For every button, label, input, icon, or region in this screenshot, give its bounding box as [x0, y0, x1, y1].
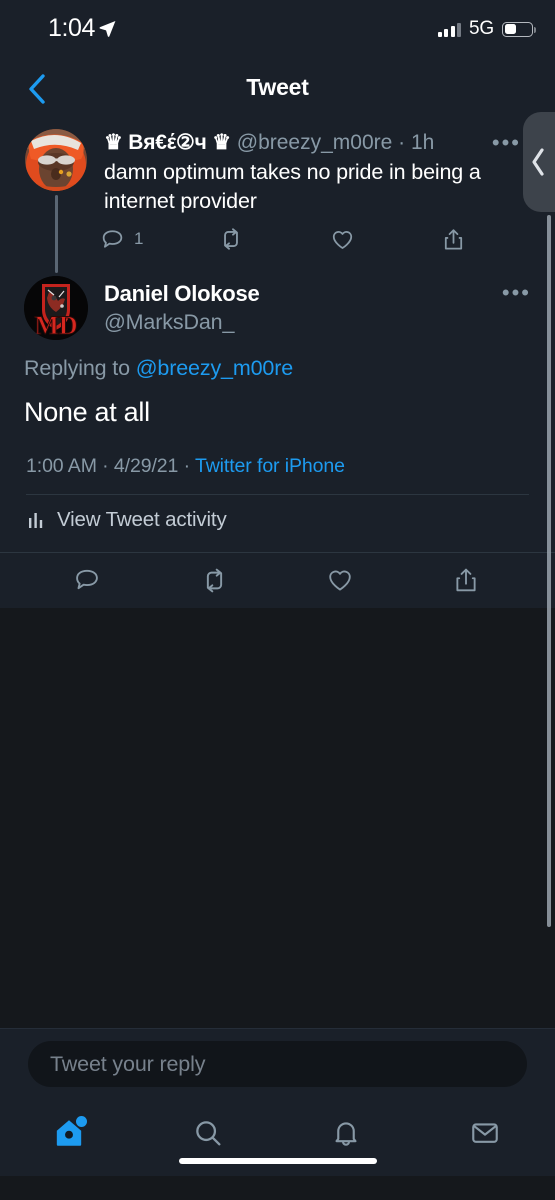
parent-share-button[interactable]: [441, 224, 466, 254]
main-like-button[interactable]: [320, 560, 360, 600]
divider: [26, 494, 529, 495]
avatar-breezy[interactable]: [25, 129, 87, 191]
reply-composer-bar: Tweet your reply: [0, 1028, 555, 1099]
parent-more-options-button[interactable]: •••: [492, 132, 521, 154]
tab-messages[interactable]: [457, 1108, 513, 1158]
chevron-left-icon: [532, 148, 544, 176]
tweet-time: 1:00 AM: [26, 455, 97, 477]
twitter-tweet-detail-screen: 1:04 5G Tweet ♛ Вя€έ②ч ♛ @breezy_m00re ·…: [0, 0, 555, 1200]
location-arrow-icon: [99, 20, 116, 37]
main-reply-button[interactable]: [67, 560, 107, 600]
avatar-marksdan[interactable]: MD: [24, 276, 88, 340]
tweet-reply-input[interactable]: Tweet your reply: [28, 1041, 527, 1087]
share-icon: [456, 568, 476, 592]
meta-sep-2: ·: [178, 455, 195, 477]
parent-tweet-actions: 1: [100, 224, 525, 258]
tab-home[interactable]: [41, 1108, 97, 1158]
status-bar-indicators: 5G: [437, 18, 536, 40]
main-handle: @MarksDan_: [104, 310, 235, 334]
bar-chart-icon: [29, 512, 43, 528]
share-icon: [444, 228, 463, 250]
svg-text:MD: MD: [34, 311, 77, 340]
bell-icon: [335, 1122, 357, 1146]
page-title: Tweet: [246, 74, 309, 100]
replying-to-label: Replying to: [24, 356, 136, 380]
navigation-bar: Tweet: [0, 62, 555, 117]
tweet-thread: ♛ Вя€έ②ч ♛ @breezy_m00re · 1h damn optim…: [0, 116, 555, 608]
tab-search[interactable]: [180, 1108, 236, 1158]
reply-icon: [76, 569, 98, 590]
divider-2: [0, 552, 555, 553]
meta-sep-1: ·: [96, 455, 114, 477]
empty-feed-area: [0, 608, 555, 1028]
parent-display-name: ♛ Вя€έ②ч ♛: [104, 131, 231, 154]
heart-icon: [332, 230, 353, 249]
back-gesture-indicator[interactable]: [523, 112, 555, 212]
parent-reply-count: 1: [134, 229, 144, 248]
vertical-scrollbar[interactable]: [547, 215, 551, 927]
bottom-tab-bar: [0, 1098, 555, 1176]
home-notification-badge: [76, 1116, 87, 1127]
parent-reply-button[interactable]: 1: [100, 224, 143, 254]
heart-icon: [329, 570, 351, 591]
main-share-button[interactable]: [446, 560, 486, 600]
network-type-label: 5G: [469, 18, 494, 39]
tweet-metadata: 1:00 AM · 4/29/21 · Twitter for iPhone: [26, 455, 345, 478]
status-bar-time: 1:04: [48, 14, 96, 42]
tweet-reply-placeholder: Tweet your reply: [50, 1051, 206, 1076]
main-display-name: Daniel Olokose: [104, 281, 260, 306]
replying-to-handle-link[interactable]: @breezy_m00re: [136, 356, 293, 380]
battery-icon: [502, 21, 536, 37]
thread-connector-line: [54, 195, 58, 273]
main-tweet-actions: [0, 560, 555, 612]
parent-tweet[interactable]: ♛ Вя€έ②ч ♛ @breezy_m00re · 1h damn optim…: [0, 116, 555, 273]
envelope-icon: [472, 1123, 498, 1143]
retweet-icon: [224, 228, 238, 250]
main-retweet-button[interactable]: [194, 560, 234, 600]
view-tweet-activity-label: View Tweet activity: [57, 508, 227, 531]
status-bar: 1:04 5G: [0, 0, 555, 62]
search-icon: [196, 1121, 221, 1146]
reply-icon: [102, 229, 123, 248]
parent-tweet-text: damn optimum takes no pride in being a i…: [104, 160, 481, 213]
parent-tweet-header: ♛ Вя€έ②ч ♛ @breezy_m00re · 1h: [104, 130, 485, 156]
main-more-options-button[interactable]: •••: [502, 282, 531, 304]
parent-like-button[interactable]: [330, 224, 355, 254]
parent-handle: @breezy_m00re: [236, 131, 393, 154]
tweet-source-link[interactable]: Twitter for iPhone: [195, 455, 345, 477]
tweet-date: 4/29/21: [113, 455, 179, 477]
replying-to: Replying to @breezy_m00re: [24, 356, 293, 381]
view-tweet-activity-button[interactable]: View Tweet activity: [28, 508, 227, 532]
cellular-signal-icon: [437, 22, 462, 37]
tab-notifications[interactable]: [318, 1108, 374, 1158]
retweet-icon: [206, 568, 222, 592]
parent-retweet-button[interactable]: [218, 224, 244, 254]
main-tweet-text: None at all: [24, 397, 150, 427]
home-indicator: [178, 1158, 377, 1164]
parent-timestamp: · 1h: [398, 131, 435, 154]
